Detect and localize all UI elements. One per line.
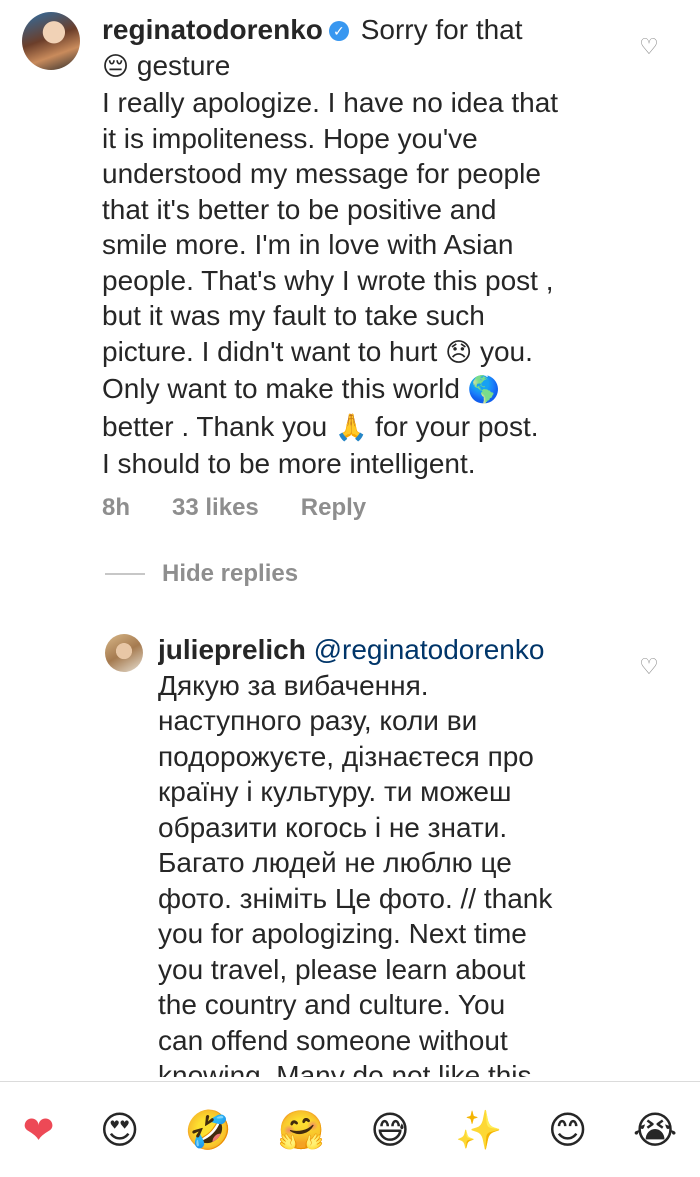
main-comment: reginatodorenko ✓ Sorry for that 😔 gestur… <box>22 12 672 525</box>
hide-replies-button[interactable]: Hide replies <box>105 560 298 588</box>
rofl-emoji-icon[interactable]: 🤣 <box>185 1110 232 1150</box>
comment-text-line: подорожуєте, дізнаєтеся про <box>158 740 534 772</box>
comment-text-line: країну і культуру. ти можеш <box>158 776 512 807</box>
crying-emoji-icon[interactable]: 😭 <box>633 1110 677 1150</box>
comment-username[interactable]: julieprelich <box>158 634 306 665</box>
comment-text-line: Дякую за вибачення. <box>158 669 429 701</box>
comment-text-line: you. <box>479 335 533 367</box>
comment-text-line: knowing. Many do not like this <box>158 1060 532 1077</box>
like-heart-icon[interactable]: ♡ <box>638 36 660 58</box>
verified-badge-icon: ✓ <box>328 21 349 41</box>
comment-text-line: that it's better to be positive and <box>102 193 497 225</box>
disappointed-emoji-icon: 😞 <box>445 337 473 368</box>
comment-line: 😔 gesture <box>102 48 602 86</box>
comment-text-line: образити когось і не знати. <box>158 811 508 843</box>
mention-link[interactable]: @reginatodorenko <box>314 634 545 665</box>
sparkles-emoji-icon[interactable]: ✨ <box>455 1110 502 1150</box>
comment-text-line: you for apologizing. Next time <box>158 918 527 949</box>
comment-text-line: for your post. <box>375 410 539 442</box>
comment-text-line: understood my message for people <box>102 158 541 189</box>
like-heart-icon[interactable]: ♡ <box>638 656 660 678</box>
comment-text-line: but it was my fault to take such <box>102 300 485 331</box>
comment-text-line: people. That's why I wrote this post , <box>102 264 554 296</box>
comment-time: 8h <box>102 493 131 521</box>
likes-count[interactable]: 33 likes <box>172 490 259 526</box>
sweat-smile-emoji-icon[interactable]: 😅 <box>370 1110 410 1150</box>
hide-replies-label: Hide replies <box>162 560 299 587</box>
comment-text-line: gesture <box>136 49 231 81</box>
pensive-emoji-icon: 😔 <box>102 51 130 82</box>
comment-meta: 8h 33 likes Reply <box>102 490 602 526</box>
smiling-emoji-icon[interactable]: 😊 <box>548 1110 588 1150</box>
comment-text-line: it is impoliteness. Hope you've <box>102 122 478 154</box>
reply-comment: julieprelich @reginatodorenko Дякую за в… <box>105 632 665 1077</box>
comment-text-line: the country and culture. You <box>158 989 506 1020</box>
comment-text-line: наступного разу, коли ви <box>158 705 478 736</box>
pray-emoji-icon: 🙏 <box>334 412 368 443</box>
comment-username[interactable]: reginatodorenko <box>102 14 323 45</box>
comment-line: better . Thank you 🙏 for your post. <box>102 409 602 447</box>
heart-eyes-emoji-icon[interactable]: 😍 <box>100 1110 140 1150</box>
comment-body: julieprelich @reginatodorenko Дякую за в… <box>158 632 598 1077</box>
comment-text-line: I should to be more intelligent. <box>102 448 476 479</box>
avatar[interactable] <box>22 12 80 70</box>
comment-text-line: smile more. I'm in love with Asian <box>102 229 514 260</box>
reply-button[interactable]: Reply <box>301 490 366 526</box>
comment-text-line: Only want to make this world <box>102 373 460 404</box>
comment-line: Only want to make this world 🌎 <box>102 371 602 409</box>
comment-text-line: you travel, please learn about <box>158 953 526 985</box>
red-heart-emoji-icon[interactable]: ❤ <box>23 1110 55 1150</box>
comment-line: picture. I didn't want to hurt 😞 you. <box>102 334 602 372</box>
comment-text-line: фото. зніміть Це фото. // thank <box>158 882 553 914</box>
comment-text-line: can offend someone without <box>158 1024 508 1056</box>
hugging-emoji-icon[interactable]: 🤗 <box>278 1110 325 1150</box>
emoji-reaction-bar: ❤ 😍 🤣 🤗 😅 ✨ 😊 😭 <box>0 1081 700 1177</box>
globe-emoji-icon: 🌎 <box>467 375 501 405</box>
comment-line: reginatodorenko ✓ Sorry for that <box>102 12 602 48</box>
comment-text-line: I really apologize. I have no idea that <box>102 87 559 118</box>
comment-text-line: Багато людей не люблю це <box>158 847 512 878</box>
comment-body: reginatodorenko ✓ Sorry for that 😔 gestur… <box>102 12 602 525</box>
comment-text-line: Sorry for that <box>360 14 523 45</box>
comment-text-line: picture. I didn't want to hurt <box>102 335 438 367</box>
divider-line <box>105 573 145 575</box>
avatar[interactable] <box>105 634 143 672</box>
comment-text-line: better . Thank you <box>102 410 328 442</box>
comment-line: julieprelich @reginatodorenko <box>158 632 598 668</box>
